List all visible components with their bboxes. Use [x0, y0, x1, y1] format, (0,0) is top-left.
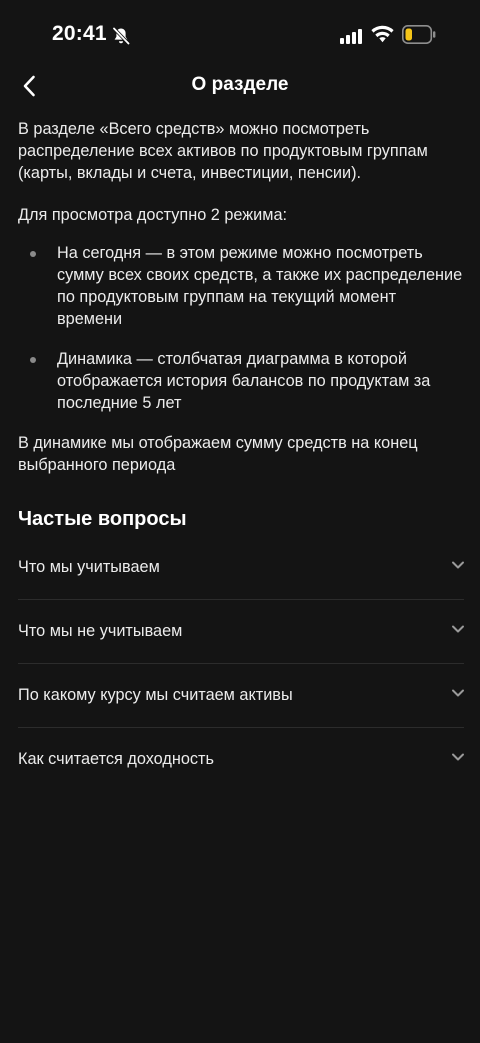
faq-title: Частые вопросы	[18, 508, 187, 530]
faq-item-what-we-count[interactable]: Что мы учитываем	[18, 544, 464, 600]
mode-text: Динамика — столбчатая диаграмма в которо…	[57, 350, 431, 412]
faq-item-label: По какому курсу мы считаем активы	[18, 686, 293, 704]
faq-list: Что мы учитываем Что мы не учитываем По …	[18, 544, 464, 791]
status-bar: 20:41	[0, 0, 480, 70]
faq-item-exchange-rate[interactable]: По какому курсу мы считаем активы	[18, 664, 464, 728]
battery-icon	[402, 25, 436, 44]
header: О разделе	[0, 62, 480, 110]
bullet-dot-icon	[30, 357, 36, 363]
chevron-down-icon	[452, 561, 464, 569]
chevron-down-icon	[452, 689, 464, 697]
list-item-mode-dynamics: Динамика — столбчатая диаграмма в которо…	[18, 348, 464, 414]
chevron-down-icon	[452, 753, 464, 761]
faq-item-label: Что мы учитываем	[18, 558, 160, 576]
chevron-down-icon	[452, 625, 464, 633]
bell-slash-icon	[112, 27, 130, 45]
modes-title: Для просмотра доступно 2 режима:	[18, 206, 288, 224]
faq-item-what-we-dont-count[interactable]: Что мы не учитываем	[18, 600, 464, 664]
outro-text: В динамике мы отображаем сумму средств н…	[18, 434, 418, 474]
faq-item-label: Как считается доходность	[18, 750, 214, 768]
list-item-mode-today: На сегодня — в этом режиме можно посмотр…	[18, 242, 464, 330]
faq-item-label: Что мы не учитываем	[18, 622, 183, 640]
about-section-content: В разделе «Всего средств» можно посмотре…	[18, 118, 464, 791]
wifi-icon	[371, 25, 394, 43]
signal-icon	[340, 29, 362, 44]
bullet-dot-icon	[30, 251, 36, 257]
faq-item-yield-calculation[interactable]: Как считается доходность	[18, 728, 464, 791]
intro-text: В разделе «Всего средств» можно посмотре…	[18, 120, 428, 182]
page-title: О разделе	[191, 74, 289, 95]
mode-text: На сегодня — в этом режиме можно посмотр…	[57, 244, 463, 328]
modes-list: На сегодня — в этом режиме можно посмотр…	[18, 242, 464, 414]
status-time: 20:41	[52, 22, 107, 45]
